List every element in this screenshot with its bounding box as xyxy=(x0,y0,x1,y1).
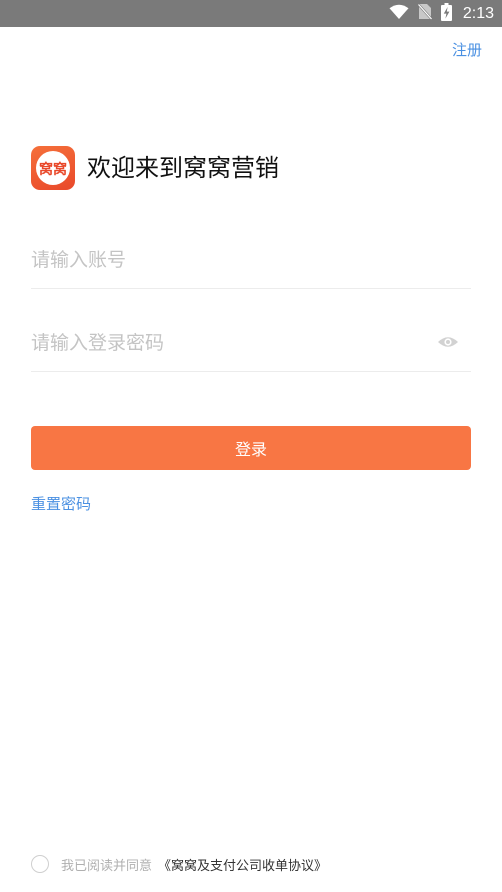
agreement-link[interactable]: 《窝窝及支付公司收单协议》 xyxy=(158,855,327,874)
agree-checkbox[interactable] xyxy=(31,855,49,873)
eye-icon[interactable] xyxy=(437,334,459,350)
battery-charging-icon xyxy=(440,2,452,25)
agreement-text: 我已阅读并同意 xyxy=(61,858,153,874)
no-sim-icon xyxy=(417,3,433,24)
reset-password-link[interactable]: 重置密码 xyxy=(31,493,91,514)
account-input[interactable] xyxy=(31,232,421,288)
register-link[interactable]: 注册 xyxy=(452,39,482,60)
wifi-icon xyxy=(389,4,409,24)
status-icons: 2:13 xyxy=(389,0,494,27)
logo-text: 窝窝 xyxy=(39,161,67,178)
welcome-title: 欢迎来到窝窝营销 xyxy=(87,154,279,182)
app-logo: 窝窝 xyxy=(31,146,75,190)
account-field xyxy=(31,232,471,289)
agreement-row: 我已阅读并同意 《窝窝及支付公司收单协议》 xyxy=(31,853,327,875)
status-time: 2:13 xyxy=(462,4,494,22)
password-field xyxy=(31,315,471,372)
login-button[interactable]: 登录 xyxy=(31,426,471,470)
status-bar: 2:13 xyxy=(0,0,502,27)
password-input[interactable] xyxy=(31,315,421,371)
